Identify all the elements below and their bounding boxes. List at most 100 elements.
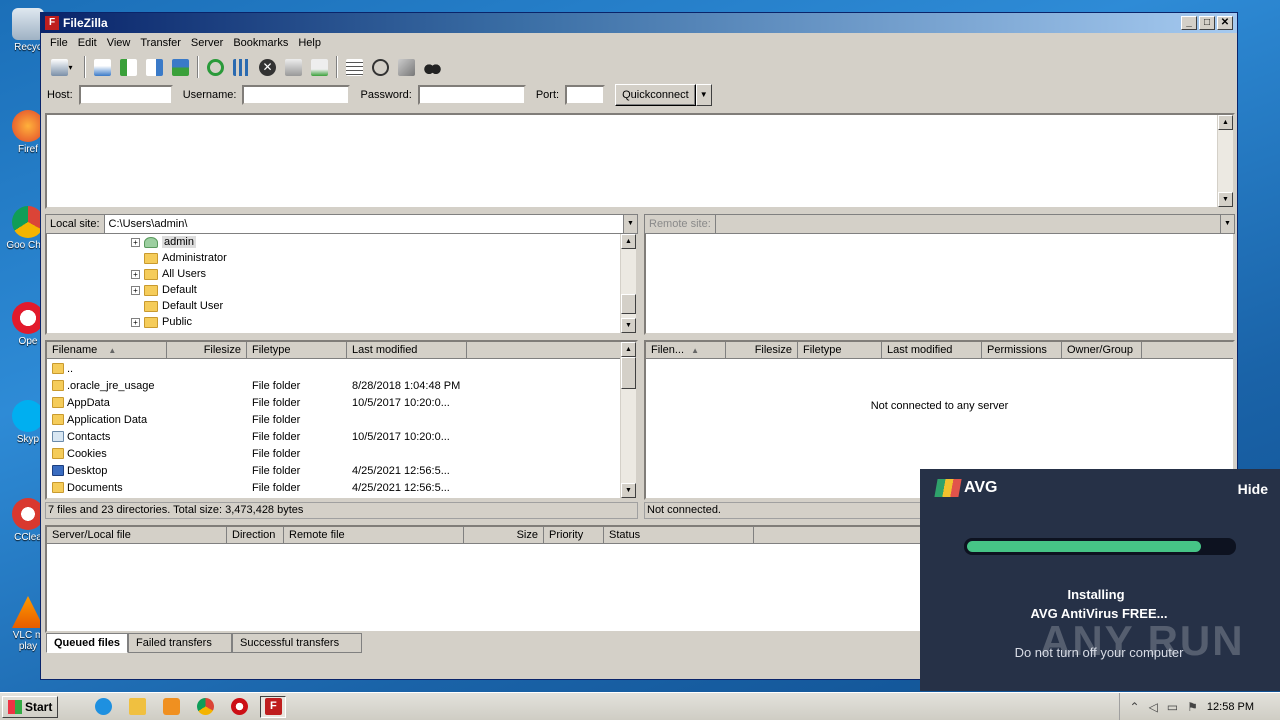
directory-listing-filters-button[interactable] [343, 56, 366, 79]
reconnect-button[interactable] [308, 56, 331, 79]
scroll-thumb[interactable] [621, 294, 636, 314]
cancel-operation-button[interactable]: ✕ [256, 56, 279, 79]
tree-item[interactable]: + Default [131, 282, 197, 298]
menu-edit[interactable]: Edit [73, 37, 102, 49]
tab-successful-transfers[interactable]: Successful transfers [232, 633, 363, 653]
scroll-down-icon[interactable]: ▼ [621, 483, 636, 498]
directory-comparison-button[interactable] [369, 56, 392, 79]
column-remote-file[interactable]: Remote file [284, 527, 464, 543]
tab-failed-transfers[interactable]: Failed transfers [128, 633, 233, 653]
taskbar-internet-explorer[interactable] [90, 696, 116, 718]
taskbar-chrome[interactable] [192, 696, 218, 718]
column-filetype[interactable]: Filetype [798, 342, 882, 358]
tree-expander[interactable]: + [131, 317, 140, 327]
search-remote-files-button[interactable] [421, 56, 444, 79]
file-row[interactable]: AppData File folder 10/5/2017 10:20:0... [47, 394, 482, 411]
tree-item[interactable]: + All Users [131, 266, 206, 282]
folder-icon [144, 300, 158, 312]
column-permissions[interactable]: Permissions [982, 342, 1062, 358]
column-size[interactable]: Size [464, 527, 544, 543]
column-filename[interactable]: Filen... ▲ [646, 342, 726, 358]
message-log[interactable]: ▲ ▼ [45, 113, 1235, 209]
file-row[interactable]: Application Data File folder [47, 411, 482, 428]
menu-server[interactable]: Server [186, 37, 228, 49]
title-bar[interactable]: F FileZilla _ □ ✕ [41, 13, 1237, 33]
site-manager-button[interactable]: ▾ [45, 56, 79, 79]
scroll-up-icon[interactable]: ▲ [621, 342, 636, 357]
start-button[interactable]: Start [2, 695, 59, 718]
tree-expander[interactable]: + [131, 269, 140, 279]
toggle-local-tree-button[interactable] [117, 56, 140, 79]
scroll-down-icon[interactable]: ▼ [621, 318, 636, 333]
column-last-modified[interactable]: Last modified [882, 342, 982, 358]
clock[interactable]: 12:58 PM [1207, 701, 1254, 713]
file-row[interactable]: Documents File folder 4/25/2021 12:56:5... [47, 479, 482, 496]
column-filetype[interactable]: Filetype [247, 342, 347, 358]
tree-expander[interactable]: + [131, 285, 140, 295]
tree-expander[interactable]: + [131, 237, 140, 247]
contacts-icon [52, 431, 64, 442]
file-row[interactable]: Contacts File folder 10/5/2017 10:20:0... [47, 428, 482, 445]
local-file-list[interactable]: Filename ▲ Filesize Filetype Last modifi… [45, 340, 638, 500]
scroll-up-icon[interactable]: ▲ [621, 234, 636, 249]
column-owner-group[interactable]: Owner/Group [1062, 342, 1142, 358]
network-icon[interactable]: ▭ [1167, 700, 1178, 714]
local-file-list-scrollbar[interactable]: ▲ ▼ [620, 342, 636, 498]
tree-item-label: All Users [162, 268, 207, 280]
file-row[interactable]: Desktop File folder 4/25/2021 12:56:5... [47, 462, 482, 479]
username-input[interactable] [242, 85, 351, 105]
menu-help[interactable]: Help [293, 37, 326, 49]
minimize-button[interactable]: _ [1181, 16, 1197, 30]
refresh-button[interactable] [204, 56, 227, 79]
volume-icon[interactable]: ◁ [1149, 700, 1158, 714]
process-queue-button[interactable] [230, 56, 253, 79]
toggle-remote-tree-button[interactable] [143, 56, 166, 79]
file-row[interactable]: Cookies File folder [47, 445, 482, 462]
menu-view[interactable]: View [102, 37, 136, 49]
column-priority[interactable]: Priority [544, 527, 604, 543]
menu-bookmarks[interactable]: Bookmarks [228, 37, 293, 49]
scroll-thumb[interactable] [621, 357, 636, 389]
tree-item[interactable]: Administrator [144, 250, 227, 266]
column-status[interactable]: Status [604, 527, 754, 543]
local-site-dropdown[interactable]: ▼ [623, 215, 637, 233]
column-server-local-file[interactable]: Server/Local file [47, 527, 227, 543]
port-input[interactable] [565, 85, 606, 105]
file-row[interactable]: .. [47, 360, 482, 377]
scroll-up-icon[interactable]: ▲ [1218, 115, 1233, 130]
tree-item[interactable]: + Public [131, 314, 192, 330]
scroll-down-icon[interactable]: ▼ [1218, 192, 1233, 207]
local-site-path-input[interactable]: C:\Users\admin\ [104, 215, 623, 233]
action-center-flag-icon[interactable]: ⚑ [1187, 700, 1198, 714]
password-input[interactable] [417, 85, 526, 105]
close-button[interactable]: ✕ [1217, 16, 1233, 30]
column-filesize[interactable]: Filesize [167, 342, 247, 358]
column-direction[interactable]: Direction [227, 527, 284, 543]
message-log-scrollbar[interactable]: ▲ ▼ [1217, 115, 1233, 207]
disconnect-button[interactable] [282, 56, 305, 79]
toggle-message-log-button[interactable] [91, 56, 114, 79]
show-hidden-icons-icon[interactable]: ⌃ [1130, 700, 1140, 714]
file-row[interactable]: .oracle_jre_usage File folder 8/28/2018 1:… [47, 377, 482, 394]
synchronized-browsing-button[interactable] [395, 56, 418, 79]
quickconnect-button[interactable]: Quickconnect [615, 84, 696, 106]
hide-button[interactable]: Hide [1238, 481, 1268, 497]
local-tree-scrollbar[interactable]: ▲ ▼ [620, 234, 636, 333]
column-last-modified[interactable]: Last modified [347, 342, 467, 358]
taskbar-filezilla[interactable]: F [260, 695, 287, 718]
toggle-transfer-queue-button[interactable] [169, 56, 192, 79]
column-filesize[interactable]: Filesize [726, 342, 798, 358]
local-directory-tree[interactable]: + admin Administrator + All Users + Defa… [45, 234, 638, 335]
taskbar-explorer[interactable] [124, 696, 150, 718]
column-filename[interactable]: Filename ▲ [47, 342, 167, 358]
quickconnect-history-dropdown[interactable]: ▼ [695, 84, 712, 106]
tab-queued-files[interactable]: Queued files [46, 633, 129, 653]
taskbar-opera[interactable] [226, 696, 252, 718]
maximize-button[interactable]: □ [1199, 16, 1215, 30]
menu-transfer[interactable]: Transfer [135, 37, 186, 49]
menu-file[interactable]: File [45, 37, 73, 49]
taskbar-media-player[interactable] [158, 696, 184, 718]
tree-item[interactable]: + admin [131, 234, 196, 250]
tree-item[interactable]: Default User [144, 298, 223, 314]
host-input[interactable] [78, 85, 173, 105]
